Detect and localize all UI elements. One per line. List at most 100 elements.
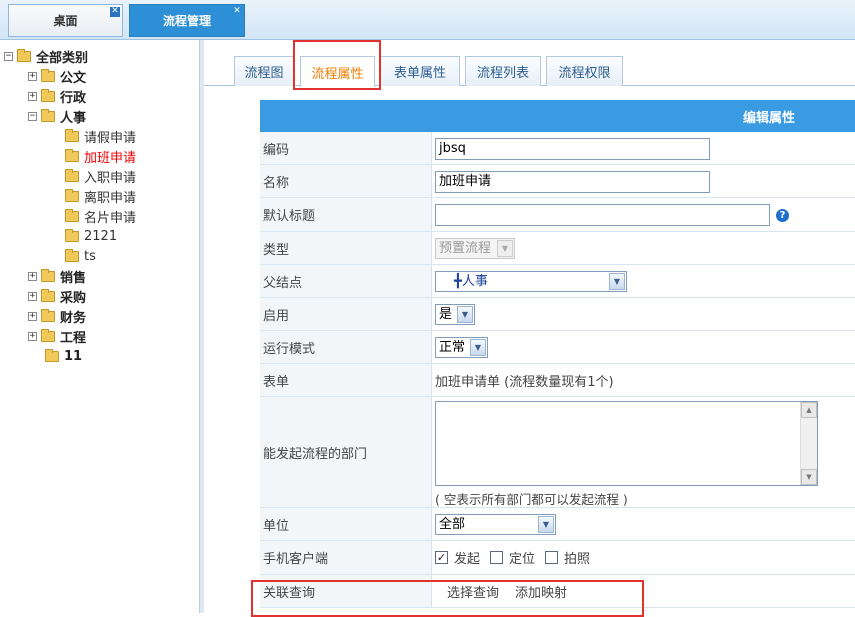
row-mobile-client: 手机客户端 ✓ 发起 定位 拍照 <box>260 541 855 575</box>
checkbox-label: 定位 <box>509 552 536 567</box>
main-content: 流程图 流程属性 表单属性 流程列表 流程权限 编辑属性 编码 jbsq 名称 … <box>204 40 855 617</box>
tree-node-gongcheng[interactable]: + 工程 <box>28 326 86 346</box>
tree-node-caiwu[interactable]: + 财务 <box>28 306 86 326</box>
dropdown-icon[interactable]: ▼ <box>457 306 473 323</box>
highlight-box-mobile <box>251 580 644 617</box>
row-label: 手机客户端 <box>260 541 432 574</box>
row-value: 加班申请单 (流程数量现有1个) <box>435 364 855 396</box>
enabled-select[interactable]: 是 ▼ <box>435 304 475 325</box>
departments-textarea[interactable]: ▲ ▼ <box>435 401 818 486</box>
tab-process-management[interactable]: 流程管理 ✕ <box>129 4 245 37</box>
tab-process-permissions[interactable]: 流程权限 <box>546 56 623 86</box>
tree-leaf[interactable]: 入职申请 <box>65 166 136 186</box>
tab-form-properties[interactable]: 表单属性 <box>380 56 460 86</box>
expand-icon[interactable]: + <box>28 331 37 341</box>
tree-leaf[interactable]: 请假申请 <box>65 126 136 146</box>
expand-icon[interactable]: + <box>28 311 37 321</box>
expand-icon[interactable]: + <box>28 271 37 281</box>
departments-hint: ( 空表示所有部门都可以发起流程 ) <box>435 492 628 507</box>
folder-icon <box>17 48 31 62</box>
tree-node-renshi[interactable]: − 人事 <box>28 106 86 126</box>
tree-leaf[interactable]: ts <box>65 246 96 266</box>
tree-leaf[interactable]: 离职申请 <box>65 186 136 206</box>
parent-select-value: ╋人事 <box>454 274 488 289</box>
folder-icon <box>65 148 79 162</box>
tree-node-label: 公文 <box>60 70 87 86</box>
close-icon[interactable]: ✕ <box>232 7 242 17</box>
tab-process-list[interactable]: 流程列表 <box>465 56 541 86</box>
tree-leaf-label: 请假申请 <box>84 130 137 146</box>
default-title-input[interactable] <box>435 204 770 226</box>
name-input[interactable]: 加班申请 <box>435 171 710 193</box>
top-tab-bar: 桌面 ✕ 流程管理 ✕ <box>0 0 855 40</box>
row-value: 正常 ▼ <box>435 331 855 363</box>
tree-leaf-label: 加班申请 <box>84 150 137 166</box>
tree-leaf-label: ts <box>84 248 96 264</box>
row-parent: 父结点 ╋人事 ▼ <box>260 265 855 298</box>
tree-leaf-label: 2121 <box>84 228 118 244</box>
dropdown-icon[interactable]: ▼ <box>609 273 625 290</box>
row-default-title: 默认标题 ? <box>260 198 855 232</box>
row-value: 全部 ▼ <box>435 508 855 540</box>
tree-leaf-label: 入职申请 <box>84 170 137 186</box>
tree-leaf[interactable]: 2121 <box>65 226 117 246</box>
help-icon[interactable]: ? <box>776 209 789 222</box>
code-input[interactable]: jbsq <box>435 138 710 160</box>
row-value: 加班申请 <box>435 165 855 197</box>
tree-node-11[interactable]: 11 <box>45 346 82 366</box>
expand-icon[interactable]: + <box>28 91 37 101</box>
unit-select[interactable]: 全部 ▼ <box>435 514 556 535</box>
row-unit: 单位 全部 ▼ <box>260 508 855 541</box>
tree-leaf[interactable]: 名片申请 <box>65 206 136 226</box>
scroll-down-icon[interactable]: ▼ <box>801 469 817 485</box>
row-label: 父结点 <box>260 265 432 297</box>
tree-root-label: 全部类别 <box>36 50 89 66</box>
folder-icon <box>41 68 55 82</box>
tab-flowchart[interactable]: 流程图 <box>234 56 294 86</box>
folder-icon <box>45 348 59 362</box>
tree-node-label: 采购 <box>60 290 87 306</box>
type-select: 预置流程 ▼ <box>435 238 515 259</box>
tree-node-xiaoshou[interactable]: + 销售 <box>28 266 86 286</box>
row-label: 类型 <box>260 232 432 264</box>
row-label: 单位 <box>260 508 432 540</box>
row-label: 启用 <box>260 298 432 330</box>
row-label: 名称 <box>260 165 432 197</box>
row-label: 编码 <box>260 132 432 164</box>
tree-leaf-selected[interactable]: 加班申请 <box>65 146 136 166</box>
row-label: 表单 <box>260 364 432 396</box>
tree-node-xingzheng[interactable]: + 行政 <box>28 86 86 106</box>
tab-desktop[interactable]: 桌面 ✕ <box>8 4 123 37</box>
tree-node-label: 11 <box>64 348 83 364</box>
expand-icon[interactable]: + <box>28 71 37 81</box>
scrollbar[interactable]: ▲ ▼ <box>800 402 817 485</box>
close-icon[interactable]: ✕ <box>110 7 120 17</box>
row-name: 名称 加班申请 <box>260 165 855 198</box>
category-tree: − 全部类别 + 公文 + 行政 − 人事 请假申请 加班申请 入职申请 离职申… <box>0 40 200 613</box>
folder-icon <box>41 108 55 122</box>
collapse-icon[interactable]: − <box>28 111 37 121</box>
run-mode-select[interactable]: 正常 ▼ <box>435 337 488 358</box>
row-departments: 能发起流程的部门 ▲ ▼ ( 空表示所有部门都可以发起流程 ) <box>260 397 855 508</box>
folder-icon <box>41 268 55 282</box>
edit-properties-form: 编辑属性 编码 jbsq 名称 加班申请 默认标题 ? 类型 预置流程 ▼ 父结… <box>251 100 855 617</box>
checkbox-label: 发起 <box>454 552 481 567</box>
dropdown-icon[interactable]: ▼ <box>538 516 554 533</box>
checkbox-photo[interactable] <box>545 551 559 564</box>
row-value: 是 ▼ <box>435 298 855 330</box>
scroll-up-icon[interactable]: ▲ <box>801 402 817 418</box>
parent-select[interactable]: ╋人事 ▼ <box>435 271 627 292</box>
tree-root[interactable]: − 全部类别 <box>4 46 88 66</box>
checkbox-launch[interactable]: ✓ <box>435 551 448 564</box>
tree-node-label: 销售 <box>60 270 87 286</box>
dropdown-icon[interactable]: ▼ <box>470 339 486 356</box>
checkbox-locate[interactable] <box>490 551 504 564</box>
content-tab-bar: 流程图 流程属性 表单属性 流程列表 流程权限 <box>204 40 855 90</box>
collapse-icon[interactable]: − <box>4 51 13 61</box>
tree-node-gongwen[interactable]: + 公文 <box>28 66 86 86</box>
tree-node-caigou[interactable]: + 采购 <box>28 286 86 306</box>
folder-icon <box>41 328 55 342</box>
folder-icon <box>65 188 79 202</box>
expand-icon[interactable]: + <box>28 291 37 301</box>
row-form: 表单 加班申请单 (流程数量现有1个) <box>260 364 855 397</box>
